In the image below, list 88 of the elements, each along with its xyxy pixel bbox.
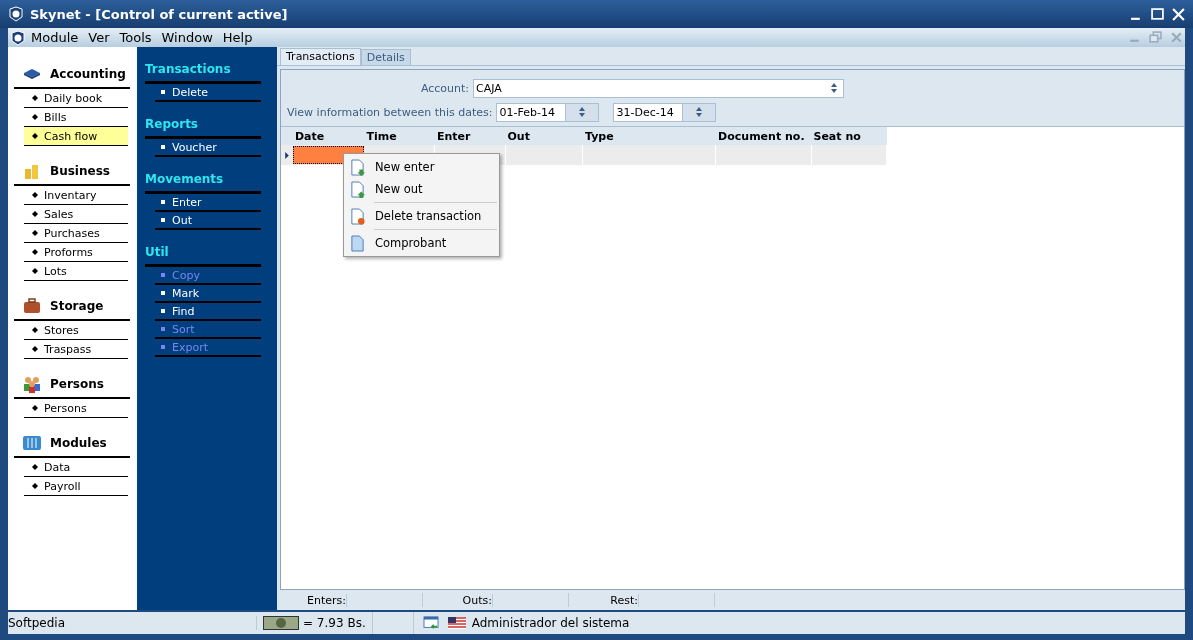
- section-title: Movements: [145, 167, 261, 194]
- menu-item[interactable]: Comprobant: [344, 232, 499, 254]
- menu-item[interactable]: Delete transaction: [344, 205, 499, 227]
- total-label: Outs:: [423, 593, 493, 607]
- action-link[interactable]: Voucher: [155, 139, 261, 157]
- spinner-arrows-icon: [578, 106, 587, 118]
- menu-item[interactable]: Help: [217, 30, 258, 45]
- document-icon: [350, 234, 365, 252]
- people-icon: [22, 374, 42, 394]
- spin-button[interactable]: [565, 103, 599, 121]
- column-header[interactable]: Time: [364, 129, 435, 143]
- nav-item[interactable]: Data: [24, 458, 128, 477]
- group-title: Persons: [50, 377, 104, 391]
- nav-item[interactable]: Proforms: [24, 243, 128, 262]
- nav-item[interactable]: Purchases: [24, 224, 128, 243]
- app-logo-icon: [8, 6, 24, 22]
- maximize-icon[interactable]: [1151, 7, 1164, 21]
- nav-item[interactable]: Stores: [24, 321, 128, 340]
- spin-button[interactable]: [682, 103, 716, 121]
- nav-item[interactable]: Sales: [24, 205, 128, 224]
- app-logo-icon: [10, 29, 26, 46]
- menu-item[interactable]: New enter: [344, 156, 499, 178]
- document-plus-icon: [350, 180, 365, 198]
- nav-item[interactable]: Payroll: [24, 477, 128, 496]
- field-label: View information between this dates:: [286, 105, 493, 119]
- bullet-icon: [32, 95, 38, 101]
- bullet-icon: [32, 249, 38, 255]
- bullet-icon: [32, 192, 38, 198]
- field-label: Account:: [419, 81, 469, 95]
- bullet-icon: [32, 114, 38, 120]
- section-title: Transactions: [145, 57, 261, 84]
- column-header[interactable]: Out: [505, 129, 583, 143]
- section-title: Util: [145, 240, 261, 267]
- status-text: Softpedia: [8, 616, 257, 630]
- nav-item[interactable]: Lots: [24, 262, 128, 281]
- column-header[interactable]: Seat no: [811, 129, 887, 143]
- flag-icon[interactable]: [447, 616, 466, 630]
- exchange-rate: = 7.93 Bs.: [303, 616, 366, 630]
- date-field[interactable]: 31-Dec-14: [613, 102, 717, 122]
- nav-item[interactable]: Inventary: [24, 186, 128, 205]
- spinner-arrows-icon: [695, 106, 704, 118]
- nav-item[interactable]: Persons: [24, 399, 128, 418]
- spinner-arrows-icon[interactable]: [830, 82, 838, 94]
- action-link[interactable]: Enter: [155, 194, 261, 212]
- action-link[interactable]: Find: [155, 303, 261, 321]
- user-name: Administrador del sistema: [471, 616, 630, 630]
- bullet-icon: [32, 211, 38, 217]
- menu-item[interactable]: Ver: [83, 30, 115, 45]
- action-link[interactable]: Mark: [155, 285, 261, 303]
- bullet-icon: [32, 483, 38, 489]
- nav-item[interactable]: Traspass: [24, 340, 128, 359]
- briefcase-icon: [22, 296, 42, 316]
- group-title: Storage: [50, 299, 104, 313]
- column-header[interactable]: Date: [292, 129, 365, 143]
- account-dropdown[interactable]: CAJA: [473, 78, 844, 98]
- window-title: Skynet - [Control of current active]: [30, 6, 288, 22]
- group-title: Accounting: [50, 67, 126, 81]
- total-label: Rest:: [569, 593, 639, 607]
- tab[interactable]: Details: [360, 49, 411, 65]
- bullet-icon: [32, 464, 38, 470]
- group-title: Modules: [50, 436, 107, 450]
- bullet-icon: [32, 230, 38, 236]
- menu-item[interactable]: New out: [344, 178, 499, 200]
- row-pointer-icon: [284, 150, 290, 160]
- document-plus-icon: [350, 207, 365, 225]
- action-link[interactable]: Delete: [155, 84, 261, 102]
- nav-item[interactable]: Cash flow: [24, 127, 128, 146]
- screen-icon[interactable]: [421, 616, 440, 630]
- document-plus-icon: [350, 158, 365, 176]
- column-header[interactable]: Document no.: [716, 129, 812, 143]
- bullet-icon: [32, 346, 38, 352]
- bullet-icon: [32, 405, 38, 411]
- group-title: Business: [50, 164, 110, 178]
- menu-item[interactable]: Window: [156, 30, 218, 45]
- total-label: Enters:: [277, 593, 347, 607]
- nav-item[interactable]: Daily book: [24, 89, 128, 108]
- menu-item[interactable]: Tools: [114, 30, 157, 45]
- column-header[interactable]: Enter: [435, 129, 506, 143]
- action-link[interactable]: Out: [155, 212, 261, 230]
- banknote-icon: [263, 616, 299, 630]
- bullet-icon: [32, 133, 38, 139]
- menu-item[interactable]: Module: [26, 30, 84, 45]
- column-header[interactable]: Type: [583, 129, 717, 143]
- section-title: Reports: [145, 112, 261, 139]
- bullet-icon: [32, 268, 38, 274]
- bullet-icon: [32, 327, 38, 333]
- date-field[interactable]: 01-Feb-14: [496, 102, 600, 122]
- tab[interactable]: Transactions: [280, 48, 361, 65]
